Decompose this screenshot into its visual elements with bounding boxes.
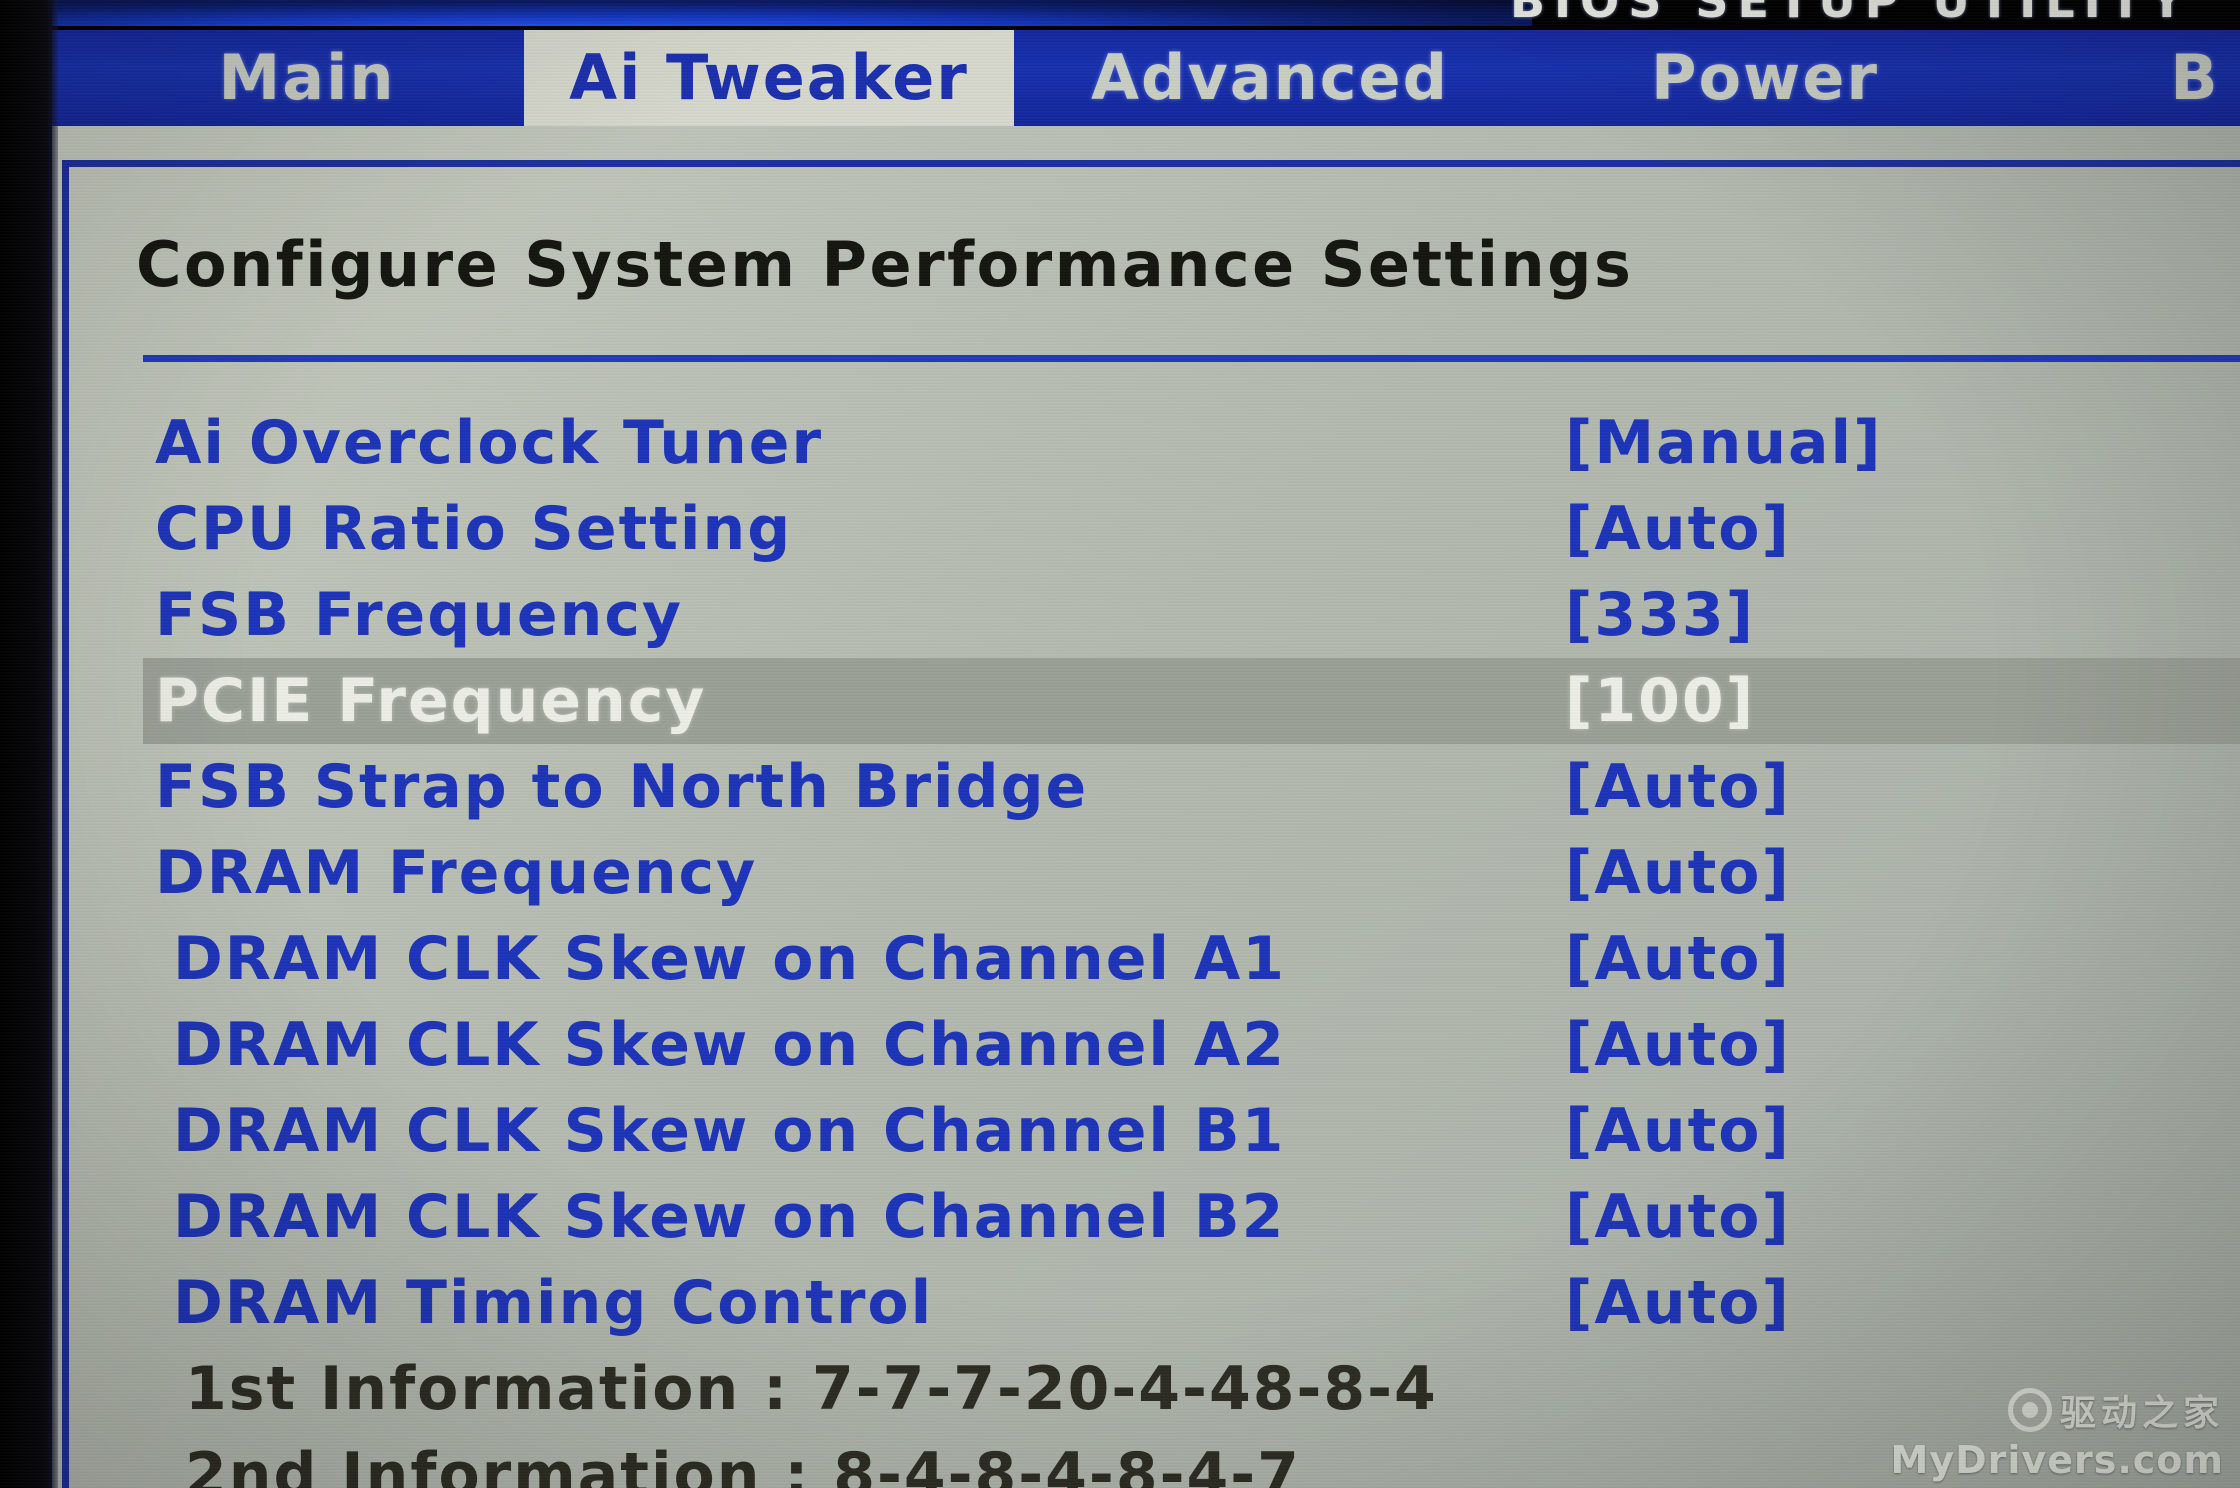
content-frame-top-border [62,160,2240,167]
monitor-bezel-left-inner [48,0,58,1488]
setting-value[interactable]: [Auto] [1565,838,1791,908]
setting-label: FSB Frequency [155,580,684,650]
setting-label: DRAM CLK Skew on Channel B1 [173,1096,1286,1166]
setting-label: DRAM Timing Control [173,1268,934,1338]
setting-label: PCIE Frequency [155,666,707,736]
setting-row-dram-clk-skew-b1[interactable]: DRAM CLK Skew on Channel B1 [Auto] [143,1088,2240,1174]
bios-setup-utility-title: BIOS SETUP UTILITY [1510,0,2193,28]
setting-value[interactable]: [333] [1565,580,1755,650]
setting-row-dram-clk-skew-a1[interactable]: DRAM CLK Skew on Channel A1 [Auto] [143,916,2240,1002]
setting-row-pcie-frequency[interactable]: PCIE Frequency [100] [143,658,2240,744]
tab-main[interactable]: Main [82,28,532,126]
setting-row-fsb-strap-to-north-bridge[interactable]: FSB Strap to North Bridge [Auto] [143,744,2240,830]
mydrivers-logo-icon [2007,1388,2052,1432]
setting-label: DRAM CLK Skew on Channel A1 [173,924,1287,994]
setting-label: DRAM CLK Skew on Channel B2 [173,1182,1286,1252]
setting-row-dram-frequency[interactable]: DRAM Frequency [Auto] [143,830,2240,916]
setting-label: FSB Strap to North Bridge [155,752,1089,822]
setting-value[interactable]: [Auto] [1565,752,1791,822]
setting-value[interactable]: [Manual] [1565,408,1883,478]
content-frame-left-border [62,160,69,1488]
setting-label: CPU Ratio Setting [155,494,793,564]
monitor-bezel-left [0,0,52,1488]
watermark-top-row: 驱动之家 [1891,1384,2224,1436]
setting-label: DRAM CLK Skew on Channel A2 [173,1010,1287,1080]
setting-value[interactable]: [Auto] [1565,1268,1791,1338]
tab-boot[interactable]: B [2150,28,2240,126]
setting-value[interactable]: [Auto] [1565,1182,1791,1252]
screen-top-blue-glow [52,0,1532,26]
tab-advanced[interactable]: Advanced [1020,28,1520,126]
info-label: 1st Information : 7-7-7-20-4-48-8-4 [185,1354,1438,1424]
title-divider [143,355,2240,362]
setting-row-ai-overclock-tuner[interactable]: Ai Overclock Tuner [Manual] [143,400,2240,486]
info-label: 2nd Information : 8-4-8-4-8-4-7 [185,1440,1301,1488]
setting-row-fsb-frequency[interactable]: FSB Frequency [333] [143,572,2240,658]
tab-power[interactable]: Power [1540,28,1990,126]
setting-row-dram-clk-skew-b2[interactable]: DRAM CLK Skew on Channel B2 [Auto] [143,1174,2240,1260]
tab-ai-tweaker[interactable]: Ai Tweaker [524,28,1014,126]
setting-row-dram-clk-skew-a2[interactable]: DRAM CLK Skew on Channel A2 [Auto] [143,1002,2240,1088]
menu-tab-bar[interactable]: Main Ai Tweaker Advanced Power B [52,28,2240,126]
watermark-chinese-name: 驱动之家 [2059,1393,2224,1434]
setting-value[interactable]: [Auto] [1565,494,1791,564]
setting-row-cpu-ratio-setting[interactable]: CPU Ratio Setting [Auto] [143,486,2240,572]
setting-value[interactable]: [Auto] [1565,924,1791,994]
bios-screen: BIOS SETUP UTILITY Main Ai Tweaker Advan… [0,0,2240,1488]
watermark-site-name: MyDrivers.com [1890,1438,2224,1482]
page-title: Configure System Performance Settings [136,228,1634,301]
setting-value[interactable]: [Auto] [1565,1096,1791,1166]
setting-row-dram-timing-control[interactable]: DRAM Timing Control [Auto] [143,1260,2240,1346]
site-watermark: 驱动之家 MyDrivers.com [1891,1384,2224,1482]
settings-list: Ai Overclock Tuner [Manual] CPU Ratio Se… [143,400,2240,1488]
setting-value[interactable]: [100] [1565,666,1755,736]
setting-value[interactable]: [Auto] [1565,1010,1791,1080]
setting-label: DRAM Frequency [155,838,758,908]
setting-label: Ai Overclock Tuner [155,408,824,478]
